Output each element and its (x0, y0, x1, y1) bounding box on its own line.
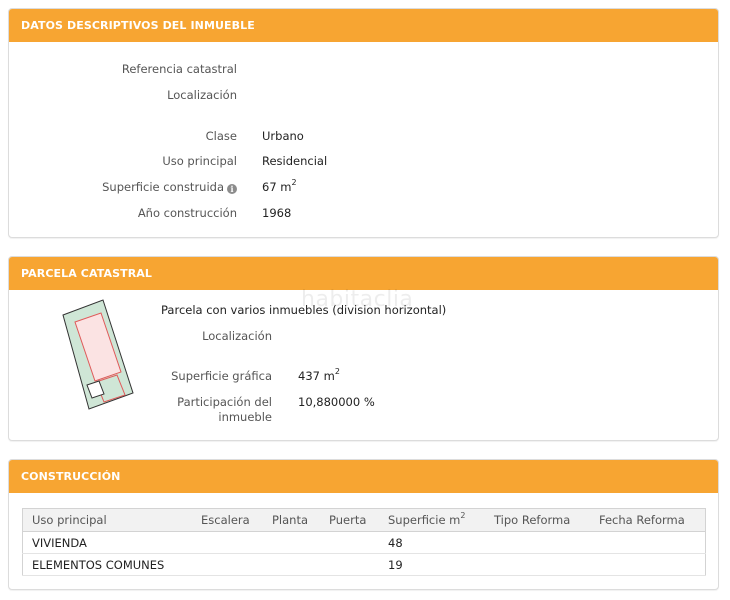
table-header-row: Uso principal Escalera Planta Puerta Sup… (22, 508, 706, 532)
superficie-construida-exp: 2 (291, 178, 297, 188)
anio-construccion-label: Año construcción (137, 206, 237, 220)
construccion-header: CONSTRUCCIÓN (9, 460, 718, 493)
datos-descriptivos-header: DATOS DESCRIPTIVOS DEL INMUEBLE (9, 9, 718, 42)
cell-escalera (192, 531, 263, 554)
referencia-catastral-label: Referencia catastral (121, 62, 237, 76)
superficie-grafica-number: 437 m (298, 369, 335, 383)
participacion-value: 10,880000 % (298, 395, 375, 409)
parcela-catastral-panel: PARCELA CATASTRAL habitaclia Parcela con… (8, 256, 719, 441)
cell-fecha-reforma (590, 531, 706, 554)
clase-label: Clase (205, 129, 237, 143)
cell-superficie: 19 (379, 553, 485, 576)
cell-puerta (320, 553, 379, 576)
parcela-description: Parcela con varios inmuebles (division h… (161, 303, 447, 317)
participacion-label-line2: inmueble (218, 410, 272, 424)
superficie-construida-label: Superficie construida (102, 180, 224, 194)
cell-tipo-reforma (485, 531, 590, 554)
table-row: VIVIENDA 48 (22, 531, 706, 554)
col-puerta: Puerta (320, 508, 379, 532)
cell-superficie: 48 (379, 531, 485, 554)
uso-principal-value: Residencial (262, 154, 328, 168)
parcela-localizacion-label: Localización (202, 329, 272, 343)
col-superficie: Superficie m2 (379, 508, 485, 532)
col-superficie-exp: 2 (460, 511, 466, 521)
col-puerta-label: Puerta (329, 513, 367, 527)
col-escalera: Escalera (192, 508, 263, 532)
parcela-catastral-header: PARCELA CATASTRAL (9, 257, 718, 290)
localizacion-label: Localización (167, 88, 237, 102)
uso-principal-label: Uso principal (162, 154, 237, 168)
construccion-table: Uso principal Escalera Planta Puerta Sup… (22, 508, 706, 576)
cell-fecha-reforma (590, 553, 706, 576)
cell-uso: VIVIENDA (22, 531, 192, 554)
cell-tipo-reforma (485, 553, 590, 576)
superficie-grafica-value: 437 m2 (298, 367, 340, 383)
participacion-label-line1: Participación del (177, 395, 272, 409)
participacion-label: Participación del inmueble (109, 395, 272, 425)
datos-descriptivos-panel: DATOS DESCRIPTIVOS DEL INMUEBLE Referenc… (8, 8, 719, 238)
superficie-construida-value: 67 m2 (262, 178, 297, 194)
col-fecha-reforma: Fecha Reforma (590, 508, 706, 532)
cell-escalera (192, 553, 263, 576)
info-icon[interactable]: i (227, 184, 237, 194)
table-row: ELEMENTOS COMUNES 19 (22, 553, 706, 576)
superficie-grafica-label: Superficie gráfica (171, 369, 272, 383)
cell-puerta (320, 531, 379, 554)
superficie-construida-label-row: Superficie construida i (9, 180, 237, 194)
superficie-construida-number: 67 m (262, 180, 292, 194)
superficie-grafica-exp: 2 (334, 367, 340, 377)
anio-construccion-value: 1968 (262, 206, 292, 220)
cell-uso: ELEMENTOS COMUNES (22, 553, 192, 576)
col-superficie-label: Superficie m (388, 513, 461, 527)
cell-planta (263, 553, 320, 576)
col-tipo-reforma: Tipo Reforma (485, 508, 590, 532)
col-planta: Planta (263, 508, 320, 532)
col-uso-principal: Uso principal (22, 508, 192, 532)
cell-planta (263, 531, 320, 554)
construccion-panel: CONSTRUCCIÓN Uso principal Escalera Plan… (8, 459, 719, 590)
clase-value: Urbano (262, 129, 304, 143)
